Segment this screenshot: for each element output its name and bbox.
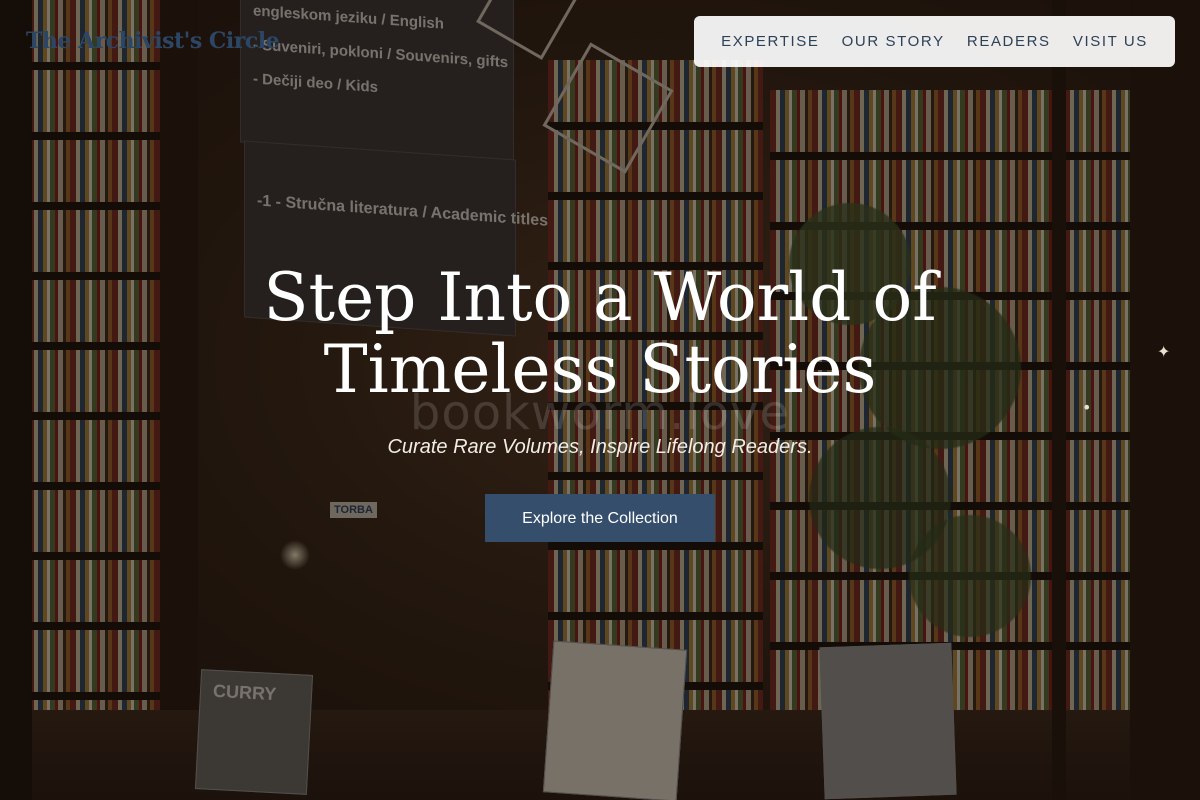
nav-item-visit-us[interactable]: VISIT US [1073,33,1148,50]
explore-collection-button[interactable]: Explore the Collection [485,494,715,542]
brand-logo[interactable]: The Archivist's Circle [26,28,280,54]
nav-item-our-story[interactable]: OUR STORY [842,33,945,50]
hero-title: Step Into a World of Timeless Stories [0,262,1200,406]
hero-subtitle: Curate Rare Volumes, Inspire Lifelong Re… [387,436,813,458]
nav-item-expertise[interactable]: EXPERTISE [721,33,819,50]
hero-title-line-2: Timeless Stories [323,331,877,408]
hero-content: Step Into a World of Timeless Stories Cu… [0,262,1200,542]
main-nav: EXPERTISE OUR STORY READERS VISIT US [694,16,1175,67]
hero-title-line-1: Step Into a World of [263,259,937,336]
nav-item-readers[interactable]: READERS [967,33,1051,50]
